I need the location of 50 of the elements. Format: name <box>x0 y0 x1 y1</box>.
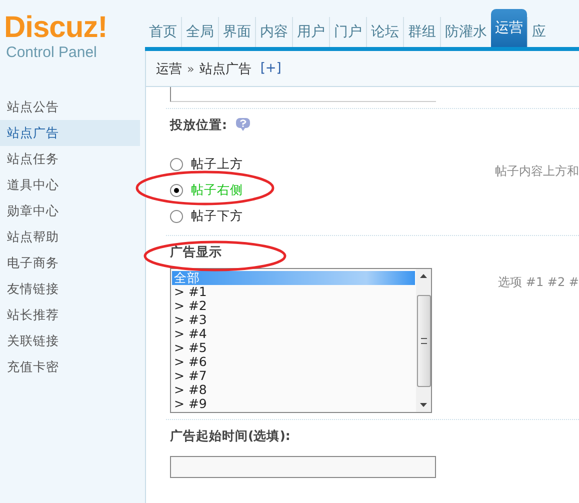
field-hint: 帖子内容上方和 <box>495 163 579 180</box>
list-option[interactable]: > #4 <box>172 327 416 341</box>
list-option[interactable]: > #6 <box>172 355 416 369</box>
field-label: 投放位置: <box>170 116 227 134</box>
sidebar-item[interactable]: 站长推荐 <box>0 302 140 328</box>
input-field[interactable] <box>170 456 436 478</box>
sidebar-item[interactable]: 关联链接 <box>0 328 140 354</box>
multi-select-list[interactable]: 全部 > #1 > #2 > #3 > #4 > #5 > #6 > #7 > #8 > #9 <box>170 268 432 413</box>
sidebar-item[interactable]: 充值卡密 <box>0 354 140 380</box>
breadcrumb-section[interactable]: 运营 <box>156 60 182 78</box>
scroll-down-icon[interactable] <box>420 403 428 407</box>
list-option[interactable]: > #5 <box>172 341 416 355</box>
field-label: 广告显示 <box>170 244 222 260</box>
list-option[interactable]: > #8 <box>172 383 416 397</box>
scroll-up-icon[interactable] <box>420 274 428 278</box>
logo-subtitle: Control Panel <box>6 44 98 62</box>
nav-tab[interactable]: 首页 <box>145 17 181 47</box>
sidebar-item[interactable]: 道具中心 <box>0 172 140 198</box>
nav-tab[interactable]: 界面 <box>218 17 255 47</box>
nav-tab[interactable]: 用户 <box>292 17 329 47</box>
sidebar-item[interactable]: 勋章中心 <box>0 198 140 224</box>
scrollbar[interactable] <box>416 269 432 412</box>
add-shortcut-link[interactable]: [+] <box>260 61 282 76</box>
radio-option[interactable]: 帖子下方 <box>170 203 243 229</box>
nav-tab[interactable]: 应 <box>527 17 550 47</box>
sidebar-item[interactable]: 友情链接 <box>0 276 140 302</box>
sidebar-item[interactable]: 站点任务 <box>0 146 140 172</box>
breadcrumb-page: 站点广告 <box>199 60 252 78</box>
sidebar-item[interactable]: 站点广告 <box>0 120 140 146</box>
nav-tab[interactable]: 群组 <box>403 17 440 47</box>
nav-tab[interactable]: 内容 <box>255 17 292 47</box>
list-option[interactable]: > #9 <box>172 397 416 411</box>
sidebar-item[interactable]: 站点公告 <box>0 94 140 120</box>
field-label: 广告起始时间(选填): <box>170 428 290 444</box>
nav-tab[interactable]: 论坛 <box>366 17 403 47</box>
list-option[interactable]: > #3 <box>172 313 416 327</box>
list-option[interactable]: > #2 <box>172 299 416 313</box>
sidebar-item[interactable]: 电子商务 <box>0 250 140 276</box>
list-option[interactable]: > #7 <box>172 369 416 383</box>
radio-option[interactable]: 帖子上方 <box>170 151 243 177</box>
sidebar-item[interactable]: 站点帮助 <box>0 224 140 250</box>
nav-tab[interactable]: 全局 <box>181 17 218 47</box>
breadcrumb-separator: » <box>187 62 194 76</box>
nav-tab[interactable]: 门户 <box>329 17 366 47</box>
help-icon[interactable] <box>235 118 251 132</box>
list-option[interactable]: > #1 <box>172 285 416 299</box>
logo-wordmark: Discuz! <box>4 12 108 44</box>
field-hint: 选项 #1 #2 # <box>498 274 579 291</box>
nav-tab[interactable]: 运营 <box>491 9 527 47</box>
text-field[interactable] <box>170 87 436 102</box>
